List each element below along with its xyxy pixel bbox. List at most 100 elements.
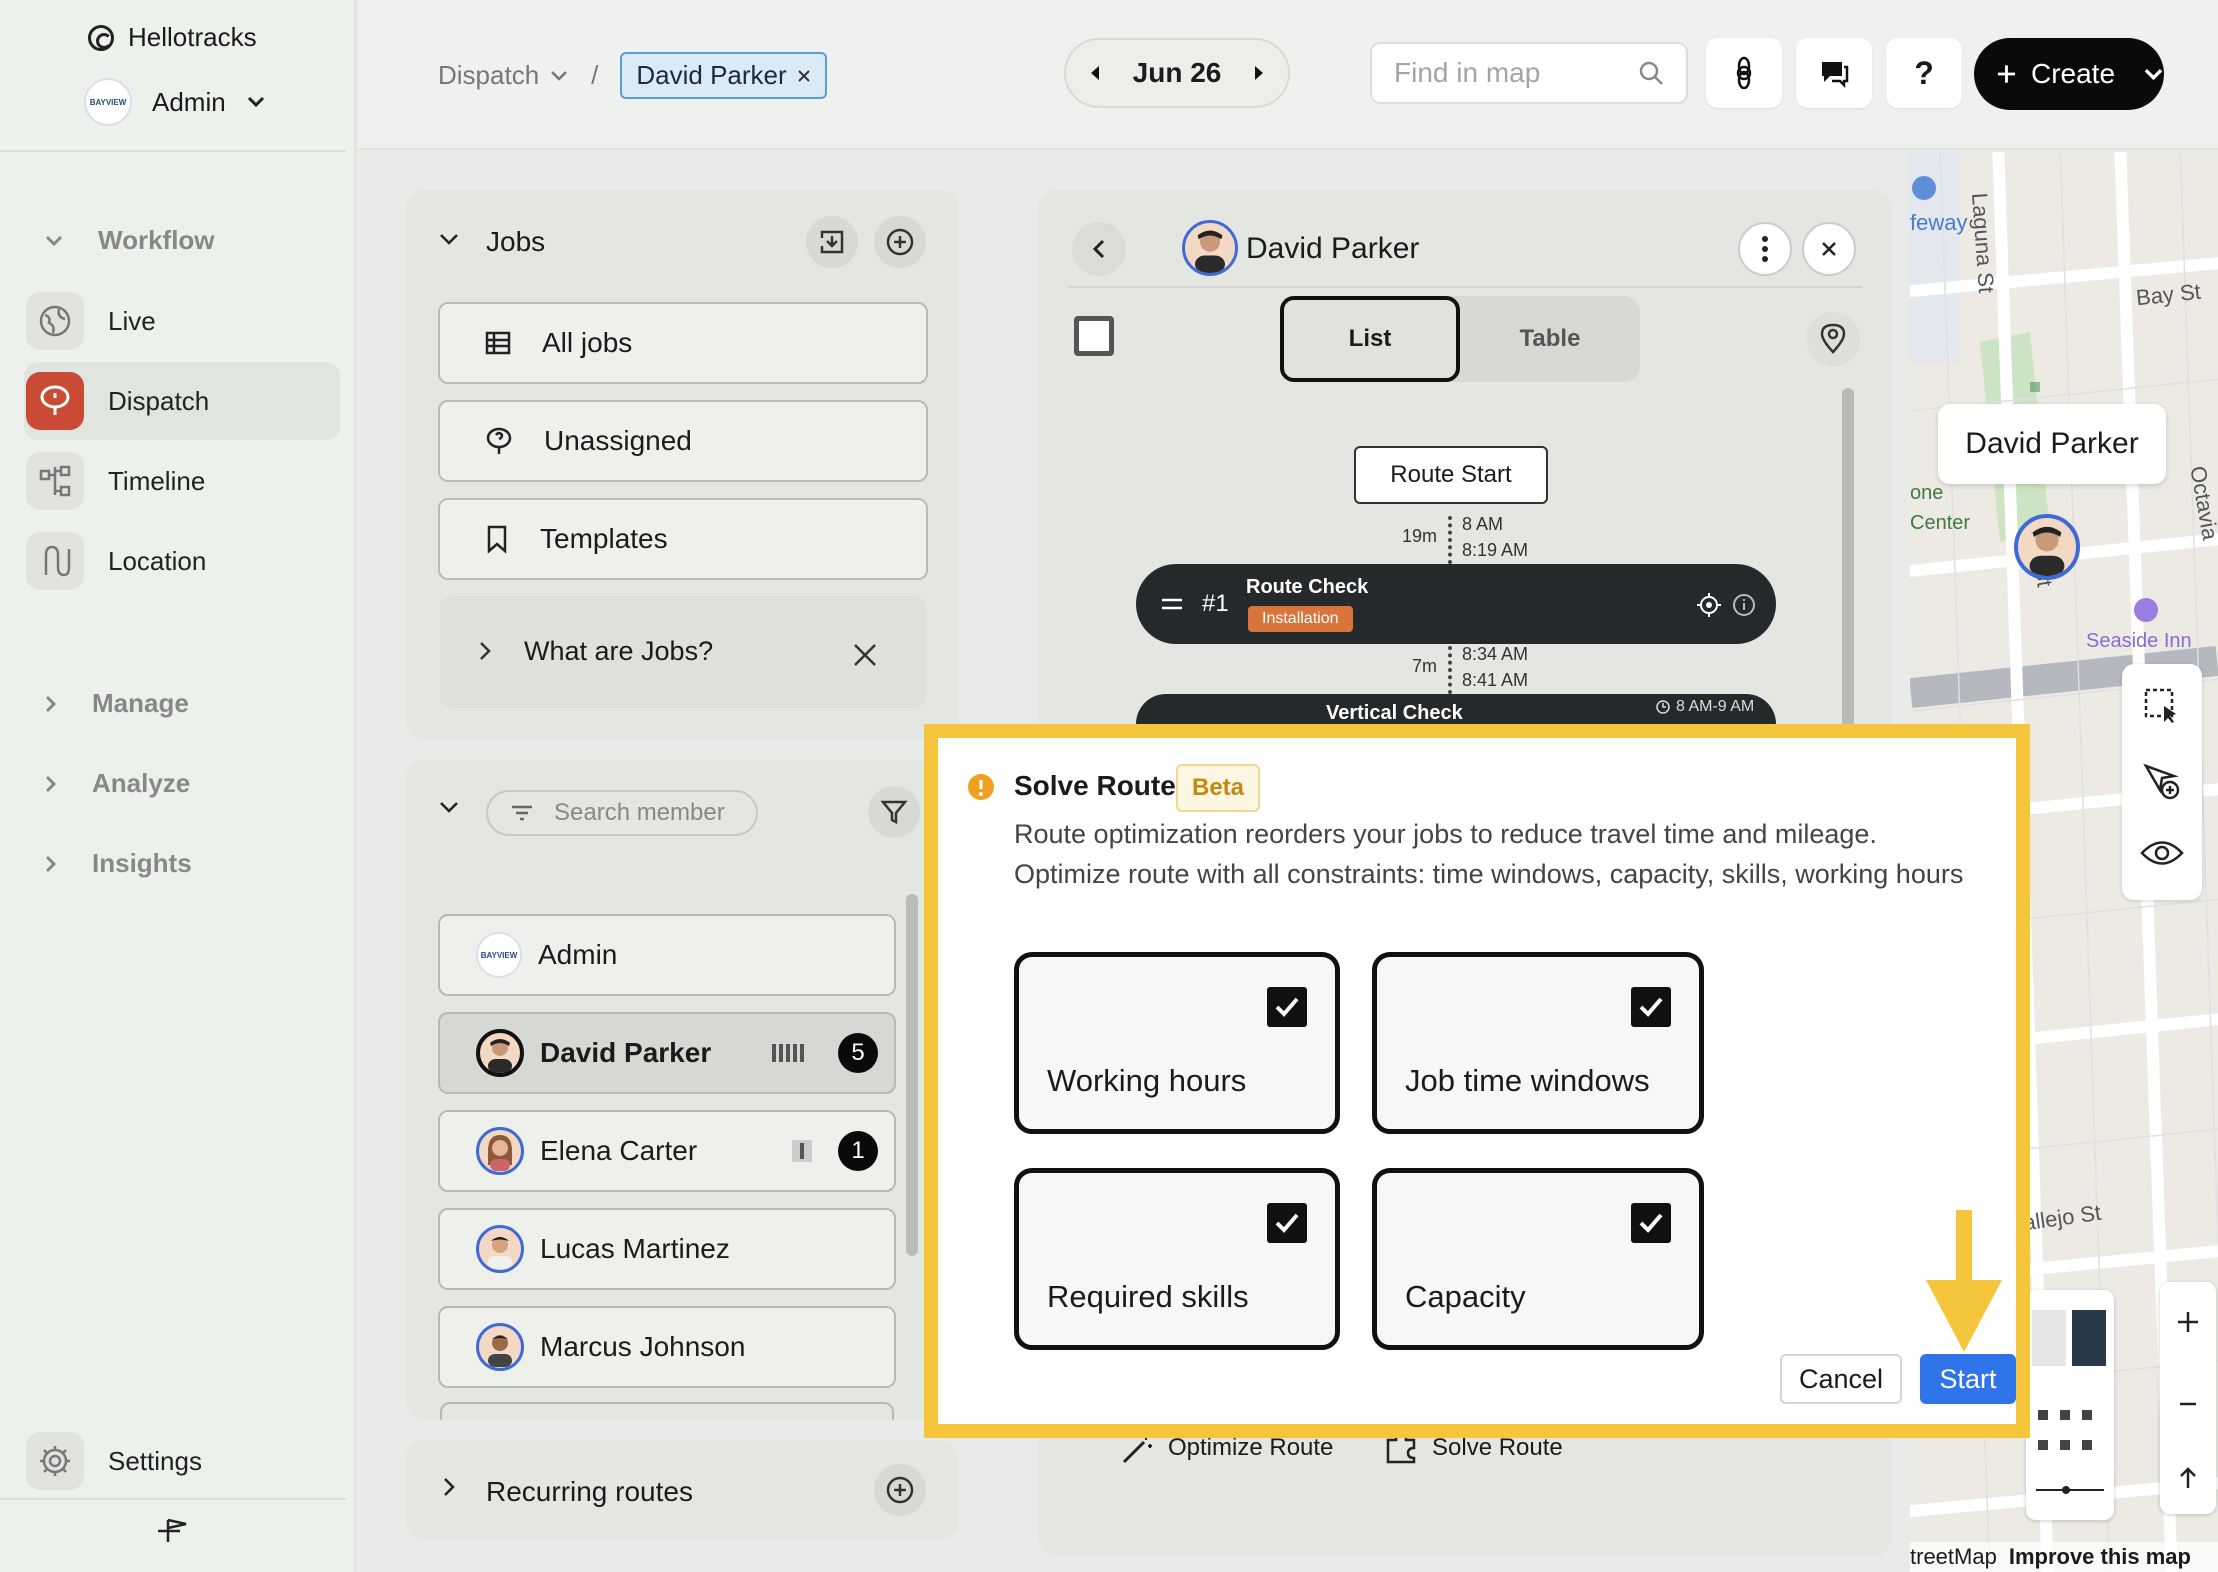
sidebar-item-live[interactable]: Live [24, 282, 340, 360]
route-scrollbar[interactable] [1842, 388, 1854, 728]
search-icon [1639, 61, 1663, 85]
option-capacity[interactable]: Capacity [1372, 1168, 1704, 1350]
cancel-button[interactable]: Cancel [1780, 1354, 1902, 1404]
beta-badge: Beta [1176, 764, 1261, 812]
nav-group-analyze[interactable]: Analyze [44, 768, 190, 799]
member-row-lucas-martinez[interactable]: Lucas Martinez [438, 1208, 896, 1290]
nav-group-manage[interactable]: Manage [44, 688, 189, 719]
brand[interactable]: Hellotracks [88, 22, 257, 53]
select-area-icon[interactable] [2142, 686, 2182, 726]
tab-table[interactable]: Table [1460, 296, 1640, 382]
route-job-card[interactable]: Vertical Check 8 AM-9 AM [1136, 694, 1776, 724]
nav-group-workflow[interactable]: Workflow [44, 225, 215, 256]
all-jobs-button[interactable]: All jobs [438, 302, 928, 384]
route-start-marker[interactable]: Route Start [1354, 446, 1548, 504]
sidebar-item-label: Live [108, 305, 156, 336]
improve-map-link[interactable]: Improve this map [2009, 1544, 2191, 1570]
pin-question-icon [486, 427, 512, 454]
next-day-icon[interactable] [1252, 65, 1266, 81]
sidebar-item-dispatch[interactable]: Dispatch [24, 362, 340, 440]
member-row-admin[interactable]: BAYVIEW Admin [438, 914, 896, 996]
worker-map-pin[interactable] [2014, 514, 2080, 580]
collapse-sidebar-icon[interactable] [156, 1516, 194, 1546]
member-search-input[interactable]: Search member [486, 790, 758, 836]
zoom-in-icon[interactable] [2176, 1310, 2200, 1334]
breadcrumb-dispatch[interactable]: Dispatch [438, 60, 569, 91]
divider [1068, 286, 1862, 288]
table-icon [485, 331, 511, 355]
chevron-down-icon[interactable] [2143, 67, 2164, 81]
sidebar-item-timeline[interactable]: Timeline [24, 442, 340, 520]
help-button[interactable]: ? [1886, 38, 1962, 108]
locate-icon[interactable] [1696, 592, 1722, 618]
ai-sparkle-icon [1736, 56, 1752, 90]
map-pin-toggle[interactable] [1806, 312, 1860, 366]
checkbox-checked[interactable] [1267, 1203, 1307, 1243]
close-icon[interactable] [797, 69, 811, 83]
member-filter-button[interactable] [868, 786, 920, 838]
messages-button[interactable] [1796, 38, 1872, 108]
option-job-time-windows[interactable]: Job time windows [1372, 952, 1704, 1134]
job-count-badge: 1 [838, 1131, 878, 1171]
prev-day-icon[interactable] [1088, 65, 1102, 81]
member-row-marcus-johnson[interactable]: Marcus Johnson [438, 1306, 896, 1388]
option-label: Required skills [1047, 1279, 1249, 1314]
view-toggle: List Table [1280, 296, 1640, 382]
info-icon[interactable] [1732, 593, 1756, 617]
route-job-card[interactable]: #1 Route Check Installation [1136, 564, 1776, 644]
divider [0, 150, 346, 152]
checkbox-checked[interactable] [1631, 1203, 1671, 1243]
timeline-icon [26, 452, 84, 510]
leg-duration: 7m [1412, 656, 1438, 676]
close-route-button[interactable] [1802, 222, 1856, 276]
close-icon[interactable] [852, 642, 878, 668]
member-row-elena-carter[interactable]: Elena Carter 1 [438, 1110, 896, 1192]
current-date[interactable]: Jun 26 [1133, 57, 1222, 89]
plus-circle-icon [886, 228, 914, 256]
checkbox-checked[interactable] [1631, 987, 1671, 1027]
drag-handle-icon[interactable] [1160, 598, 1184, 610]
option-working-hours[interactable]: Working hours [1014, 952, 1340, 1134]
recurring-routes-panel[interactable]: Recurring routes [406, 1440, 958, 1540]
sidebar-item-settings[interactable]: Settings [24, 1422, 340, 1500]
add-recurring-route-button[interactable] [874, 1464, 926, 1516]
leg-depart-time: 8:19 AM [1462, 540, 1529, 560]
funnel-icon [880, 800, 908, 825]
templates-button[interactable]: Templates [438, 498, 928, 580]
sidebar-item-location[interactable]: Location [24, 522, 340, 600]
select-all-checkbox[interactable] [1074, 316, 1114, 356]
ai-assistant-button[interactable] [1706, 38, 1782, 108]
reset-north-icon[interactable] [2178, 1466, 2198, 1490]
option-required-skills[interactable]: Required skills [1014, 1168, 1340, 1350]
zoom-out-icon[interactable] [2176, 1392, 2200, 1416]
filter-chip[interactable]: David Parker [620, 52, 827, 99]
nav-group-insights[interactable]: Insights [44, 848, 192, 879]
eye-icon[interactable] [2140, 838, 2184, 868]
add-route-point-icon[interactable] [2142, 762, 2182, 802]
checkbox-checked[interactable] [1267, 987, 1307, 1027]
warning-icon [968, 774, 994, 800]
members-scrollbar[interactable] [906, 894, 918, 1256]
chevron-down-icon [45, 235, 63, 246]
start-button[interactable]: Start [1920, 1354, 2016, 1404]
create-button[interactable]: Create [1974, 38, 2164, 110]
chevron-down-icon[interactable] [438, 800, 460, 814]
map-search-input[interactable]: Find in map [1370, 42, 1688, 104]
globe-icon [26, 292, 84, 350]
chevron-down-icon[interactable] [438, 232, 460, 246]
member-row-david-parker[interactable]: David Parker 5 [438, 1012, 896, 1094]
member-search-placeholder: Search member [554, 799, 725, 826]
org-switcher[interactable]: BAYVIEW Admin [84, 78, 266, 126]
back-button[interactable] [1072, 222, 1126, 276]
chevron-right-icon [444, 1478, 455, 1496]
gear-icon [26, 1432, 84, 1490]
tab-list[interactable]: List [1280, 296, 1460, 382]
job-bars-icon [772, 1044, 804, 1062]
jobs-help-card[interactable]: What are Jobs? [440, 596, 926, 708]
import-jobs-button[interactable] [806, 216, 858, 268]
unassigned-button[interactable]: Unassigned [438, 400, 928, 482]
add-job-button[interactable] [874, 216, 926, 268]
map-style-preview[interactable] [2026, 1290, 2114, 1520]
more-options-button[interactable] [1738, 222, 1792, 276]
option-label: Capacity [1405, 1279, 1526, 1314]
